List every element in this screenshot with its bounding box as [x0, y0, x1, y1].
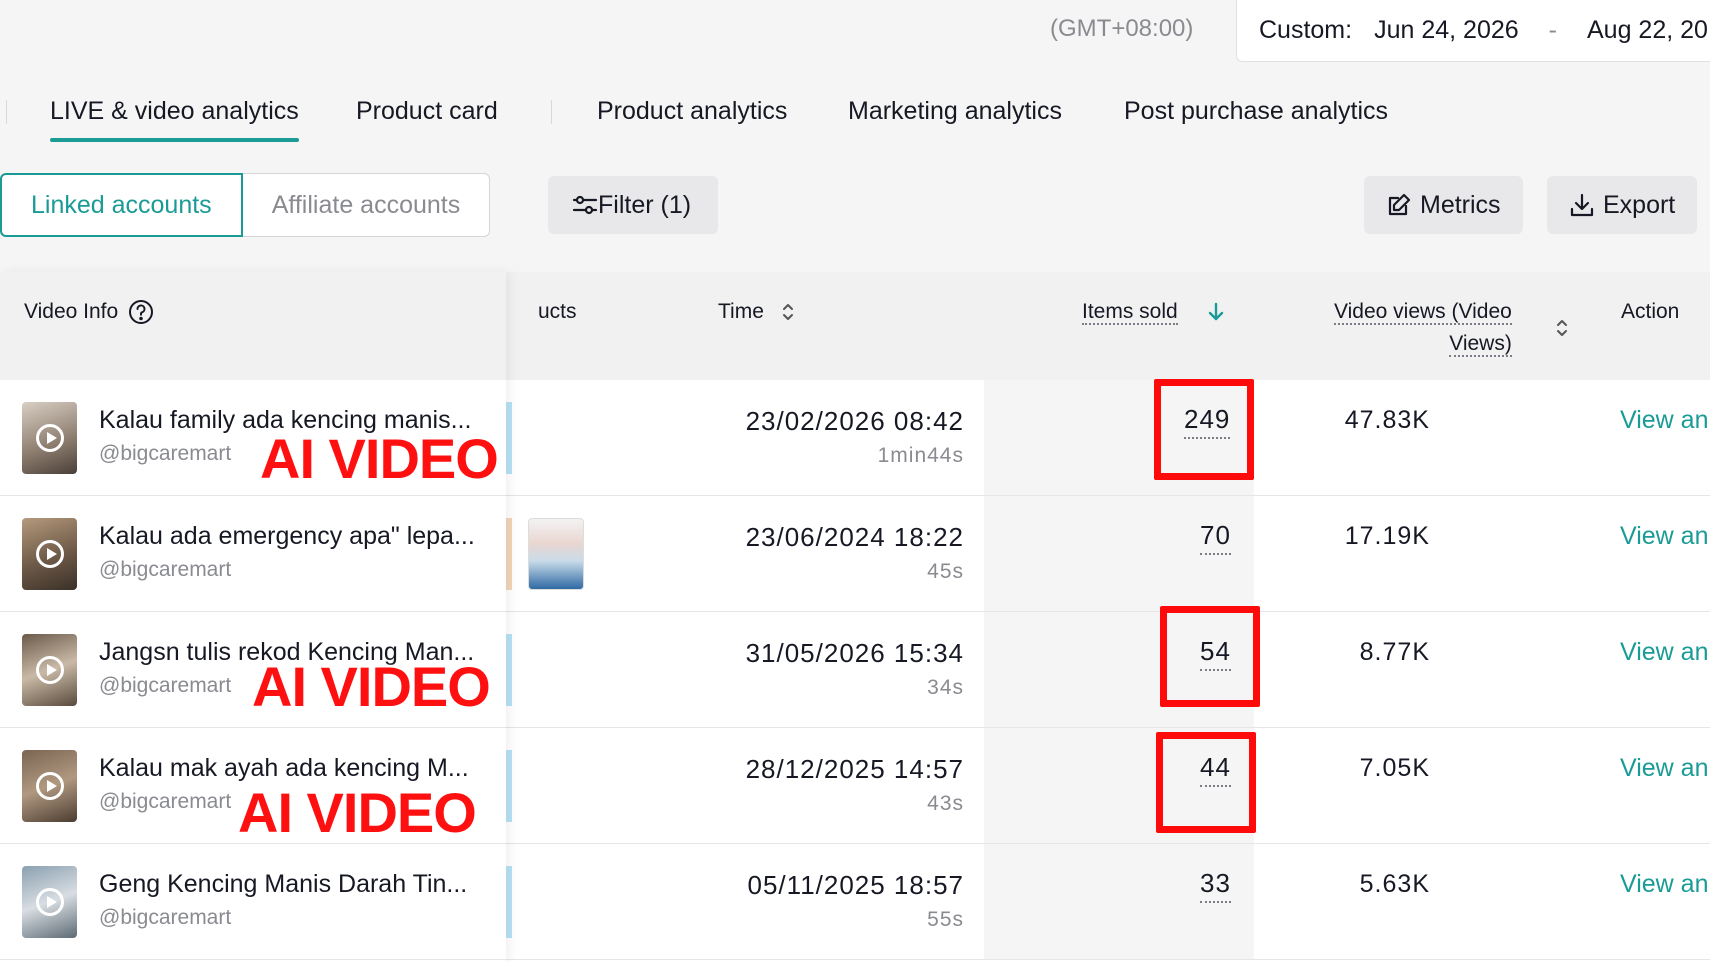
items-sold-value[interactable]: 70 [1200, 520, 1231, 555]
post-time: 28/12/2025 14:57 [745, 754, 964, 784]
product-thumbnail[interactable] [506, 518, 512, 590]
download-icon [1570, 193, 1594, 217]
edit-icon [1388, 193, 1411, 216]
view-analytics-link[interactable]: View an [1620, 522, 1709, 551]
metrics-button[interactable]: Metrics [1364, 176, 1523, 234]
view-analytics-link[interactable]: View an [1620, 870, 1709, 899]
video-info-cell[interactable]: Geng Kencing Manis Darah Tin... @bigcare… [0, 844, 506, 960]
date-range-end: Aug 22, 20 [1587, 16, 1708, 44]
highlight-box [1160, 606, 1260, 707]
export-label: Export [1603, 190, 1676, 219]
post-time: 31/05/2026 15:34 [745, 638, 964, 668]
product-thumbnail[interactable] [528, 518, 584, 590]
view-analytics-link[interactable]: View an [1620, 754, 1709, 783]
video-title[interactable]: Geng Kencing Manis Darah Tin... [99, 870, 467, 899]
time-header-label: Time [718, 300, 764, 323]
account-type-toggle: Linked accounts Affiliate accounts [0, 173, 491, 237]
linked-accounts-button[interactable]: Linked accounts [0, 173, 243, 237]
play-icon [36, 540, 64, 568]
sort-desc-arrow-icon [1208, 303, 1223, 321]
video-account-handle: @bigcaremart [99, 906, 232, 929]
column-header-action: Action [1621, 300, 1680, 323]
video-views-value: 7.05K [1359, 754, 1430, 782]
tab-marketing-analytics[interactable]: Marketing analytics [848, 94, 1062, 128]
column-header-video-info: Video Info [24, 296, 154, 328]
sort-icon [782, 304, 793, 321]
post-time: 23/06/2024 18:22 [745, 522, 964, 552]
ai-video-annotation: AI VIDEO [238, 781, 477, 844]
tab-post-purchase-analytics[interactable]: Post purchase analytics [1124, 94, 1388, 128]
video-thumbnail[interactable] [22, 866, 77, 938]
play-icon [36, 888, 64, 916]
video-account-handle: @bigcaremart [99, 442, 232, 465]
product-thumbnail[interactable] [506, 866, 512, 938]
date-range-picker[interactable]: Custom: Jun 24, 2026 - Aug 22, 20 [1236, 0, 1710, 62]
highlight-box [1156, 732, 1256, 833]
video-account-handle: @bigcaremart [99, 674, 232, 697]
video-views-value: 8.77K [1359, 638, 1430, 666]
video-views-value: 17.19K [1344, 522, 1430, 550]
tab-live-video-analytics[interactable]: LIVE & video analytics [50, 94, 299, 142]
column-header-products: ucts [538, 300, 577, 323]
play-icon [36, 772, 64, 800]
export-button[interactable]: Export [1547, 176, 1698, 234]
date-range-start: Jun 24, 2026 [1374, 16, 1519, 44]
video-views-header-line2: Views) [1449, 332, 1512, 357]
video-info-header: Video Info [0, 272, 506, 380]
sort-icon [1557, 320, 1567, 336]
video-account-handle: @bigcaremart [99, 790, 232, 813]
nav-divider [6, 100, 7, 124]
view-analytics-link[interactable]: View an [1620, 638, 1709, 667]
metrics-label: Metrics [1420, 190, 1501, 219]
video-duration: 34s [927, 676, 964, 699]
video-duration: 55s [927, 908, 964, 931]
items-sold-header-label: Items sold [1082, 300, 1178, 325]
filter-button[interactable]: Filter (1) [548, 176, 718, 234]
post-time: 23/02/2026 08:42 [745, 406, 964, 436]
video-info-cell[interactable]: Kalau ada emergency apa" lepa... @bigcar… [0, 496, 506, 612]
help-icon[interactable] [128, 299, 154, 325]
product-thumbnail[interactable] [506, 750, 512, 822]
items-sold-value[interactable]: 33 [1200, 868, 1231, 903]
video-thumbnail[interactable] [22, 750, 77, 822]
date-range-separator: - [1548, 16, 1557, 44]
video-views-header-line1: Video views (Video [1334, 300, 1512, 325]
video-info-column: Video Info Kalau family ada kencing mani… [0, 272, 506, 962]
video-thumbnail[interactable] [22, 518, 77, 590]
video-thumbnail[interactable] [22, 402, 77, 474]
column-header-time[interactable]: Time [718, 296, 794, 328]
date-range-label: Custom: [1259, 16, 1353, 44]
column-header-video-views[interactable]: Video views (Video Views) [1334, 296, 1512, 360]
play-icon [36, 656, 64, 684]
nav-divider [551, 100, 552, 124]
tab-product-analytics[interactable]: Product analytics [597, 94, 787, 128]
view-analytics-link[interactable]: View an [1620, 406, 1709, 435]
video-account-handle: @bigcaremart [99, 558, 232, 581]
ai-video-annotation: AI VIDEO [252, 655, 491, 718]
filter-label: Filter (1) [598, 190, 692, 219]
filter-sliders-icon [572, 195, 598, 215]
video-title[interactable]: Kalau mak ayah ada kencing M... [99, 754, 469, 783]
video-duration: 43s [927, 792, 964, 815]
analytics-nav: LIVE & video analytics Product card Prod… [0, 94, 1710, 162]
timezone-label: (GMT+08:00) [1050, 15, 1194, 42]
video-title[interactable]: Kalau ada emergency apa" lepa... [99, 522, 475, 551]
video-duration: 45s [927, 560, 964, 583]
column-header-items-sold[interactable]: Items sold [1082, 296, 1224, 328]
play-icon [36, 424, 64, 452]
ai-video-annotation: AI VIDEO [260, 427, 499, 490]
video-analytics-table: ucts Time Items sold Video views (Video … [0, 272, 1710, 962]
video-duration: 1min44s [877, 444, 964, 467]
video-views-value: 47.83K [1344, 406, 1430, 434]
product-thumbnail[interactable] [506, 402, 512, 474]
tab-product-card[interactable]: Product card [356, 94, 498, 128]
product-thumbnail[interactable] [506, 634, 512, 706]
post-time: 05/11/2025 18:57 [747, 870, 964, 900]
video-info-header-label: Video Info [24, 300, 119, 323]
affiliate-accounts-button[interactable]: Affiliate accounts [242, 173, 491, 237]
highlight-box [1154, 379, 1254, 480]
video-views-value: 5.63K [1359, 870, 1430, 898]
video-thumbnail[interactable] [22, 634, 77, 706]
